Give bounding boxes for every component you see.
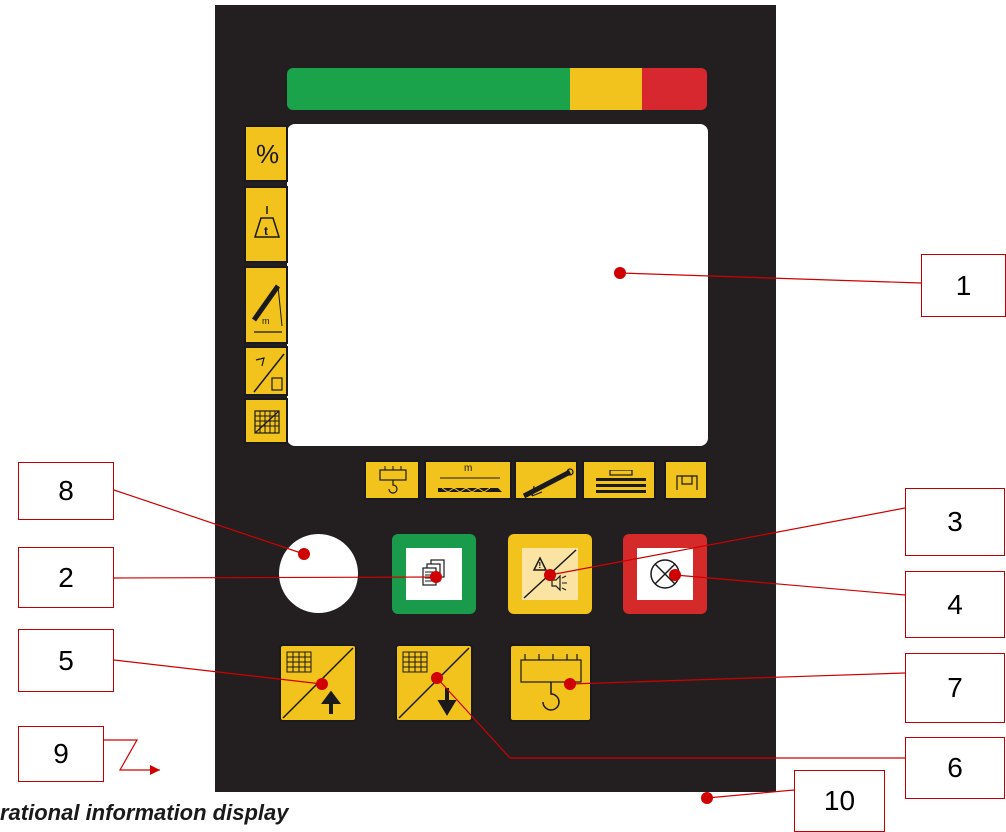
- alarm-mute-icon: !: [522, 548, 578, 605]
- callout-10: 10: [794, 770, 885, 832]
- callout-8: 8: [18, 462, 114, 520]
- status-indicator-lamp: [279, 534, 358, 613]
- callout-6: 6: [905, 737, 1005, 799]
- percent-icon: %: [256, 139, 280, 169]
- figure-caption: rational information display: [0, 800, 289, 825]
- grid-down-icon: [397, 646, 471, 725]
- outrigger-button[interactable]: [664, 460, 708, 500]
- boom-radius-unit-label: m: [262, 316, 270, 326]
- boom-radius-button[interactable]: m: [244, 266, 288, 344]
- load-button[interactable]: t: [244, 186, 288, 263]
- counterweight-button[interactable]: [582, 460, 656, 500]
- stop-key[interactable]: [623, 534, 707, 614]
- stop-key-face: [637, 548, 693, 600]
- pages-key-face: [406, 548, 462, 600]
- grid-down-key[interactable]: [395, 644, 473, 722]
- load-bar: [287, 68, 707, 110]
- pages-icon: [421, 558, 447, 593]
- callout-1: 1: [921, 254, 1006, 317]
- pages-key[interactable]: [392, 534, 476, 614]
- hook-select-icon: [515, 650, 587, 723]
- callout-5: 5: [18, 629, 114, 692]
- boom-radius-icon: [250, 276, 286, 338]
- callout-2: 2: [18, 547, 114, 608]
- alarm-mute-key-face: !: [522, 548, 578, 600]
- jib-icon: [522, 466, 574, 498]
- svg-text:!: !: [539, 561, 542, 570]
- load-bar-yellow: [570, 68, 642, 110]
- alarm-mute-key[interactable]: !: [508, 534, 592, 614]
- boom-length-unit-label: m: [464, 463, 473, 474]
- callout-9: 9: [18, 726, 104, 782]
- callout-4: 4: [905, 571, 1005, 638]
- grid-up-key[interactable]: [279, 644, 357, 722]
- stop-icon: [649, 558, 681, 595]
- percent-button[interactable]: %: [244, 125, 288, 182]
- load-bar-red: [642, 68, 707, 110]
- callout-7: 7: [905, 653, 1005, 723]
- jib-button[interactable]: [514, 460, 578, 500]
- hook-select-key[interactable]: [509, 644, 592, 722]
- grid-up-icon: [281, 646, 355, 725]
- load-unit-label: t: [264, 224, 268, 238]
- grid-icon: [254, 410, 280, 434]
- hook-button[interactable]: [364, 460, 420, 500]
- outrigger-icon: [674, 470, 700, 492]
- display-screen: [287, 124, 708, 446]
- jib-angle-icon: [250, 352, 286, 394]
- counterweight-icon: [594, 470, 648, 494]
- callout-3: 3: [905, 488, 1005, 556]
- jib-angle-button[interactable]: [244, 346, 288, 396]
- grid-button[interactable]: [244, 398, 288, 444]
- boom-length-button[interactable]: m: [424, 460, 512, 500]
- load-bar-green: [287, 68, 570, 110]
- hook-icon: [378, 466, 408, 496]
